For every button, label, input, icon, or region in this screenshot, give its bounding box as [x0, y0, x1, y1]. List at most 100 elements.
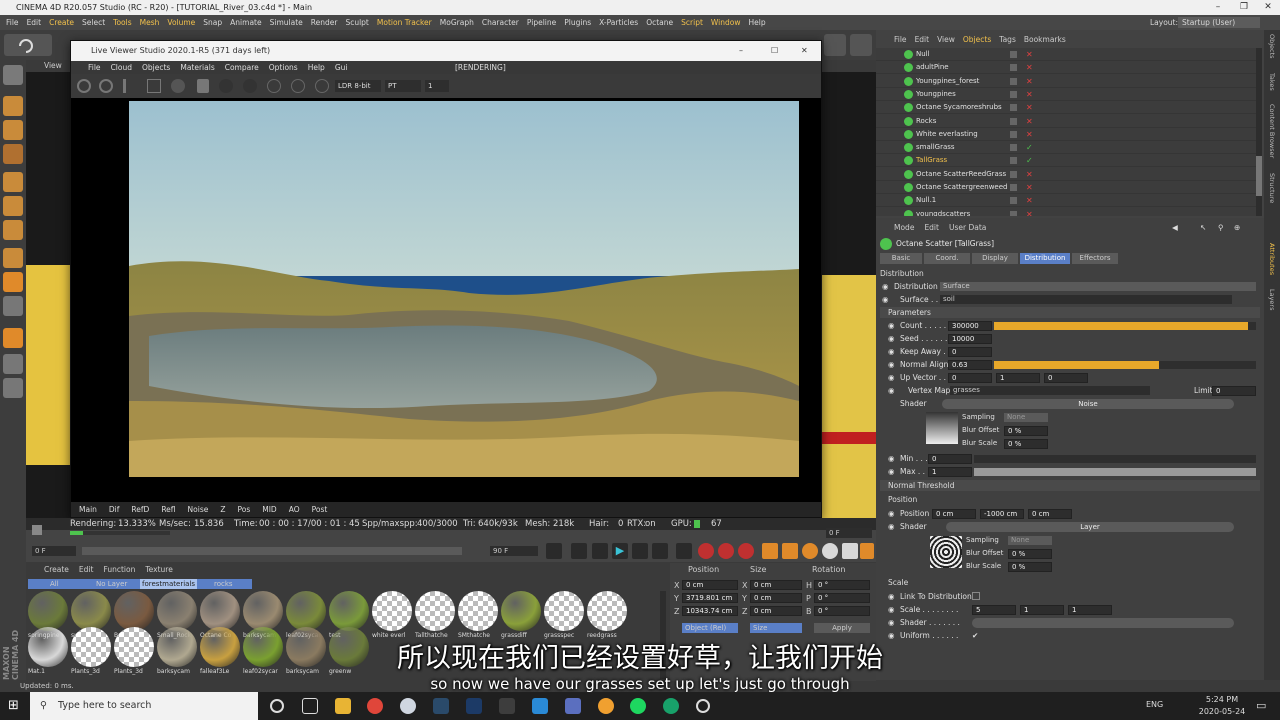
- object-row[interactable]: smallGrass ✓: [876, 141, 1256, 155]
- lock-icon[interactable]: [3, 354, 23, 374]
- material-thumbnail[interactable]: [286, 591, 326, 631]
- menu-simulate[interactable]: Simulate: [270, 18, 303, 27]
- scheme-icon[interactable]: [860, 543, 874, 559]
- pos-bluroffset-field[interactable]: 0 %: [1008, 549, 1052, 559]
- object-row[interactable]: Youngpines_forest ✕: [876, 75, 1256, 88]
- object-name[interactable]: Octane Scattergreenweed: [916, 183, 1008, 191]
- coord-size-select[interactable]: Size: [750, 623, 802, 633]
- right-tab-content-browser[interactable]: Content Browser: [1268, 104, 1276, 158]
- disabled-x-icon[interactable]: ✕: [1026, 128, 1033, 141]
- attr-tab-effectors[interactable]: Effectors: [1072, 253, 1118, 264]
- steam-icon[interactable]: [433, 698, 449, 714]
- lv-tab-dif[interactable]: Dif: [109, 505, 120, 514]
- chrome-icon[interactable]: [367, 698, 383, 714]
- menu-tools[interactable]: Tools: [113, 18, 131, 27]
- material-thumbnail[interactable]: [200, 591, 240, 631]
- object-row[interactable]: Youngpines ✕: [876, 88, 1256, 101]
- task-view-icon[interactable]: [302, 698, 318, 714]
- lv-tab-main[interactable]: Main: [79, 505, 97, 514]
- app5-icon[interactable]: [663, 698, 679, 714]
- material-thumbnail[interactable]: [544, 591, 584, 631]
- position-y[interactable]: -1000 cm: [980, 509, 1024, 519]
- frame-range-slider[interactable]: [82, 547, 462, 555]
- obj-menu-objects[interactable]: Objects: [963, 35, 991, 44]
- obj-menu-edit[interactable]: Edit: [915, 35, 930, 44]
- object-scrollbar[interactable]: [1256, 48, 1262, 216]
- menu-octane[interactable]: Octane: [646, 18, 673, 27]
- model-icon[interactable]: [3, 96, 23, 116]
- attr-search-icon[interactable]: ⚲: [1218, 222, 1224, 234]
- menu-file[interactable]: File: [6, 18, 19, 27]
- photoshop-icon[interactable]: [466, 698, 482, 714]
- app2-icon[interactable]: [532, 698, 548, 714]
- object-name[interactable]: youngdscatters: [916, 210, 970, 216]
- disabled-x-icon[interactable]: ✕: [1026, 208, 1033, 216]
- polygons-icon[interactable]: [3, 220, 23, 240]
- mode-icon[interactable]: [3, 65, 23, 85]
- object-name[interactable]: Youngpines: [916, 90, 956, 98]
- cinema4d-icon[interactable]: [400, 698, 416, 714]
- mat-menu-texture[interactable]: Texture: [145, 565, 172, 574]
- disabled-x-icon[interactable]: ✕: [1026, 61, 1033, 74]
- lv-material-icon[interactable]: [315, 79, 329, 93]
- menu-create[interactable]: Create: [49, 18, 74, 27]
- menu-select[interactable]: Select: [82, 18, 105, 27]
- object-name[interactable]: Rocks: [916, 117, 936, 125]
- object-visibility-icon[interactable]: [1010, 144, 1017, 152]
- object-visibility-icon[interactable]: [1010, 197, 1017, 205]
- object-visibility-icon[interactable]: [1010, 117, 1017, 125]
- upvector-z[interactable]: 0: [1044, 373, 1088, 383]
- object-row[interactable]: Rocks ✕: [876, 115, 1256, 128]
- pos-shader-layer-button[interactable]: Layer: [946, 522, 1234, 532]
- lv-close-button[interactable]: ✕: [801, 41, 808, 61]
- bluroffset-field[interactable]: 0 %: [1004, 426, 1048, 436]
- coord-b-rot[interactable]: 0 °: [814, 606, 870, 616]
- record-key-icon[interactable]: [698, 543, 714, 559]
- object-visibility-icon[interactable]: [1010, 77, 1017, 85]
- end-frame-field[interactable]: 90 F: [490, 546, 538, 556]
- object-visibility-icon[interactable]: [1010, 130, 1017, 138]
- enabled-check-icon[interactable]: ✓: [1026, 154, 1033, 167]
- scale-section[interactable]: Scale: [880, 577, 1260, 588]
- right-tab-takes[interactable]: Takes: [1268, 73, 1276, 91]
- filter-forestmaterials[interactable]: forestmaterials: [140, 579, 198, 589]
- object-name[interactable]: adultPine: [916, 63, 949, 71]
- material-thumbnail[interactable]: [329, 591, 369, 631]
- coord-y-size[interactable]: 0 cm: [750, 593, 802, 603]
- notification-icon[interactable]: ▭: [1256, 699, 1266, 712]
- axis-icon[interactable]: [3, 248, 23, 268]
- attr-menu-mode[interactable]: Mode: [894, 223, 914, 232]
- next-frame-icon[interactable]: [632, 543, 648, 559]
- sampling-select[interactable]: None: [1004, 413, 1048, 422]
- object-visibility-icon[interactable]: [1010, 210, 1017, 216]
- shader-noise-button[interactable]: Noise: [942, 399, 1234, 409]
- object-visibility-icon[interactable]: [1010, 170, 1017, 178]
- object-row[interactable]: Octane Scattergreenweed ✕: [876, 181, 1256, 194]
- lv-focus-icon[interactable]: [291, 79, 305, 93]
- menu-plugins[interactable]: Plugins: [564, 18, 591, 27]
- material-thumbnail[interactable]: [415, 591, 455, 631]
- object-name[interactable]: Youngpines_forest: [916, 77, 979, 85]
- lv-tab-noise[interactable]: Noise: [188, 505, 209, 514]
- position-section[interactable]: Position: [880, 494, 1260, 505]
- object-name[interactable]: Octane Sycamoreshrubs: [916, 103, 1002, 111]
- keyframe-selection-icon[interactable]: [738, 543, 754, 559]
- disabled-x-icon[interactable]: ✕: [1026, 115, 1033, 128]
- vertexmap-field[interactable]: grasses: [950, 386, 1150, 395]
- obj-menu-file[interactable]: File: [894, 35, 907, 44]
- scale-x[interactable]: 5: [972, 605, 1016, 615]
- lv-kernel-select[interactable]: PT: [385, 80, 421, 92]
- coord-p-rot[interactable]: 0 °: [814, 593, 870, 603]
- points-icon[interactable]: [3, 172, 23, 192]
- app3-icon[interactable]: [565, 698, 581, 714]
- object-row[interactable]: adultPine ✕: [876, 61, 1256, 75]
- pos-sampling-select[interactable]: None: [1008, 536, 1052, 545]
- close-button[interactable]: ✕: [1255, 0, 1280, 15]
- mat-menu-create[interactable]: Create: [44, 565, 69, 574]
- filter-rocks[interactable]: rocks: [214, 579, 233, 589]
- cortana-icon[interactable]: [270, 699, 284, 713]
- coord-mode-select[interactable]: Object (Rel): [682, 623, 738, 633]
- max-slider[interactable]: [974, 468, 1256, 476]
- scale-key-icon[interactable]: [782, 543, 798, 559]
- menu-window[interactable]: Window: [711, 18, 741, 27]
